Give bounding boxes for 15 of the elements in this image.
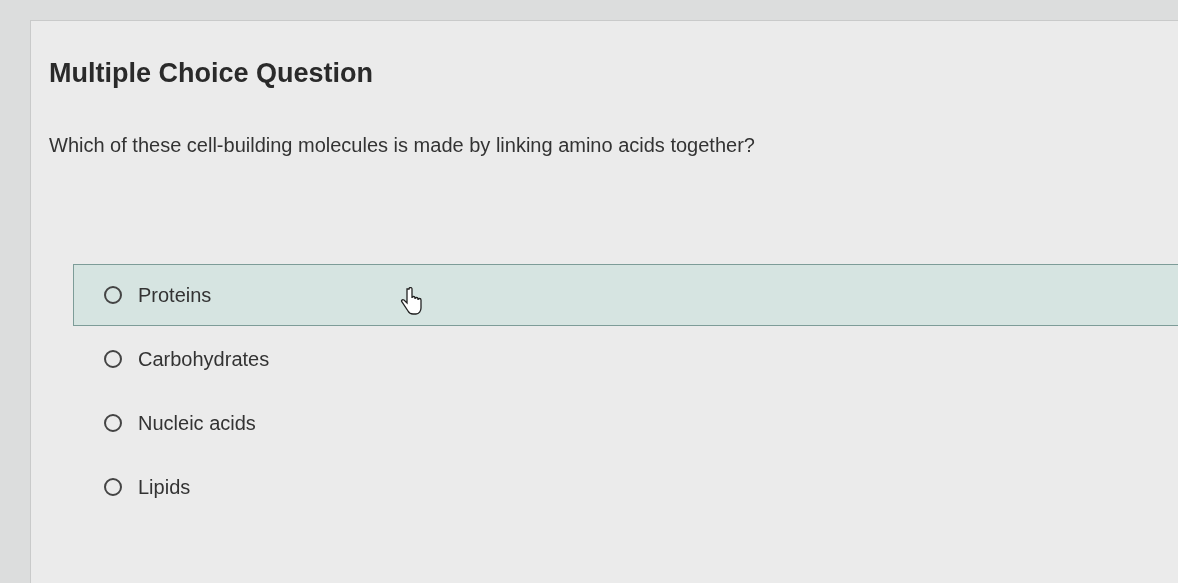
question-text: Which of these cell-building molecules is made by linking amino acids together?: [49, 132, 756, 158]
option-label: Proteins: [138, 282, 212, 308]
option-label: Carbohydrates: [138, 346, 270, 372]
option-label: Nucleic acids: [138, 410, 256, 436]
answer-option[interactable]: Nucleic acids: [73, 391, 1178, 454]
radio-button[interactable]: [104, 349, 122, 368]
hand-cursor-icon: [400, 286, 422, 317]
radio-button[interactable]: [104, 477, 122, 496]
radio-button[interactable]: [104, 413, 122, 432]
answer-option[interactable]: Carbohydrates: [73, 327, 1178, 390]
question-heading: Multiple Choice Question: [49, 57, 374, 90]
answer-option[interactable]: Proteins: [73, 263, 1178, 326]
option-label: Lipids: [138, 474, 191, 500]
answer-option[interactable]: Lipids: [73, 455, 1178, 518]
radio-button[interactable]: [104, 285, 122, 304]
